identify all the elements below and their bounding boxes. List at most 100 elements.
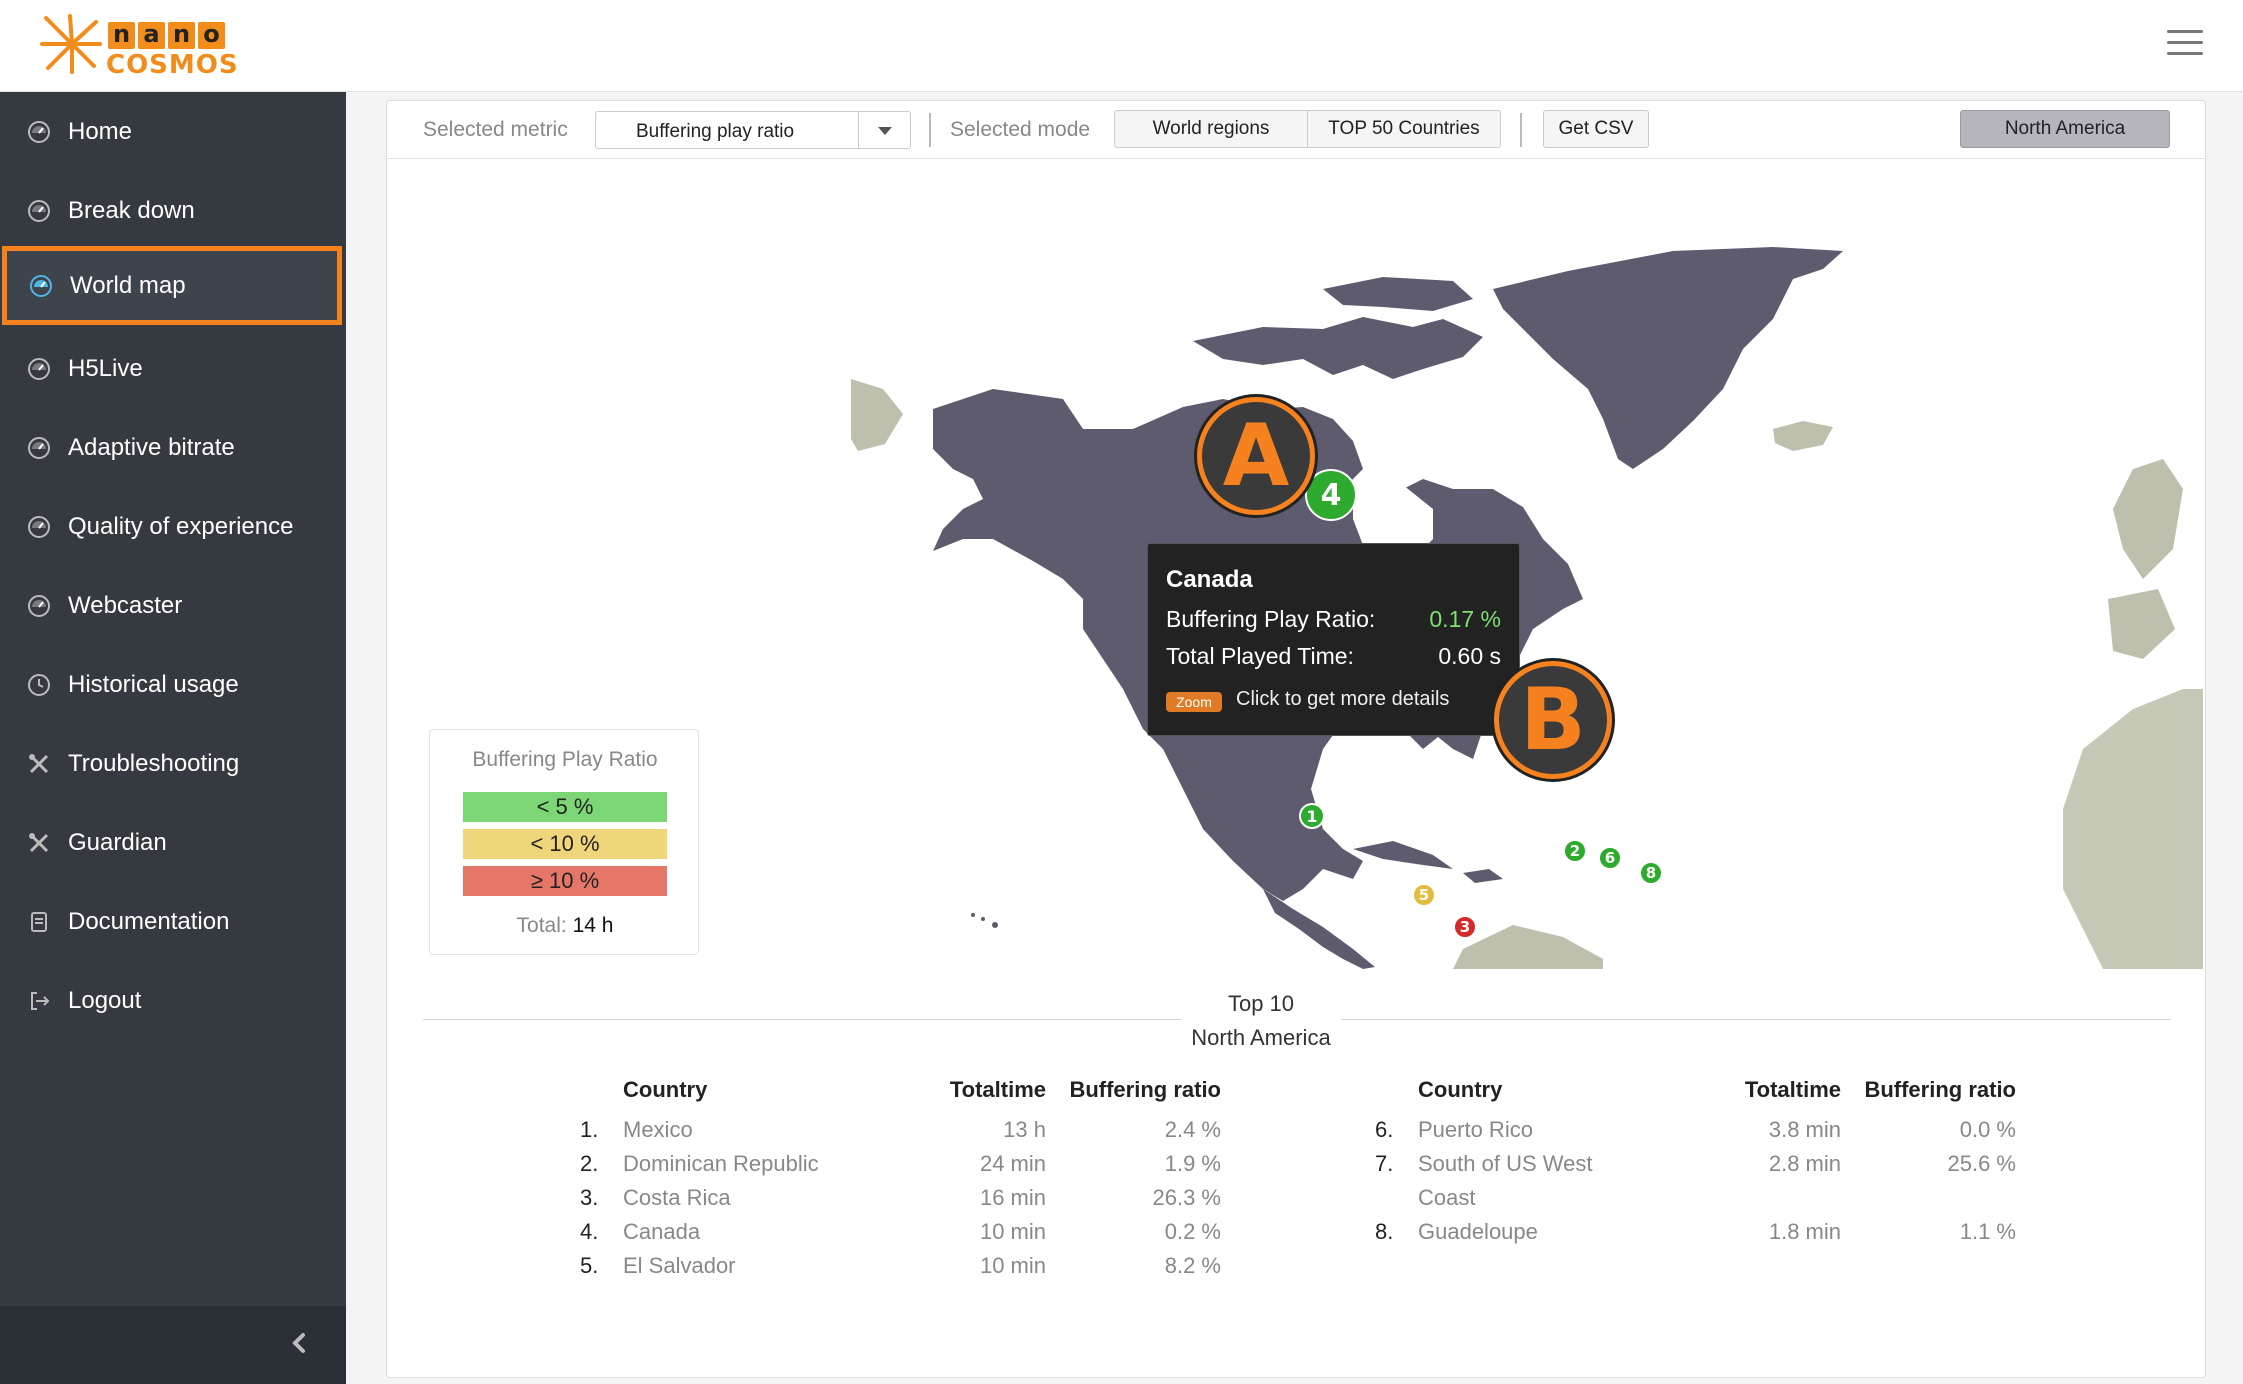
top-header: n a n o COSMOS xyxy=(0,0,2243,92)
th-country: Country xyxy=(1418,1077,1503,1102)
logo-cosmos-text: COSMOS xyxy=(106,50,239,80)
totaltime: 2.8 min xyxy=(1768,1151,1841,1176)
totaltime: 3.8 min xyxy=(1768,1117,1841,1142)
logout-icon xyxy=(26,988,52,1014)
annotation-marker-b: B xyxy=(1494,661,1612,779)
country-name: Mexico xyxy=(623,1117,693,1142)
sidebar-item-documentation[interactable]: Documentation xyxy=(0,882,346,961)
buffering-ratio: 1.9 % xyxy=(1164,1151,1221,1176)
th-totaltime: Totaltime xyxy=(1744,1077,1841,1102)
legend-row-green: < 5 % xyxy=(463,792,667,822)
sidebar-item-historical-usage[interactable]: Historical usage xyxy=(0,645,346,724)
map-toolbar: Selected metric Buffering play ratio Sel… xyxy=(387,101,2205,159)
buffering-ratio: 26.3 % xyxy=(1152,1185,1222,1210)
map-cuba xyxy=(1353,841,1453,869)
map-russia-east xyxy=(851,379,903,451)
selected-mode-label: Selected mode xyxy=(950,118,1091,141)
sidebar-item-label: Documentation xyxy=(68,907,230,935)
sidebar-item-label: Home xyxy=(68,117,133,145)
legend-row-red: ≥ 10 % xyxy=(463,866,667,896)
totaltime: 10 min xyxy=(979,1253,1046,1278)
chevron-left-icon[interactable] xyxy=(284,1328,314,1358)
logo-star-icon xyxy=(40,14,102,74)
sidebar-item-label: Webcaster xyxy=(68,591,183,619)
map-africa xyxy=(2063,689,2203,969)
tools-icon xyxy=(26,830,52,856)
map-iceland xyxy=(1773,421,1833,451)
map-arctic-islands-2 xyxy=(1323,277,1473,311)
map-marker-el-salvador[interactable]: 5 xyxy=(1412,883,1436,907)
logo-letters: n a n o xyxy=(108,22,225,49)
map-marker-guadeloupe[interactable]: 8 xyxy=(1639,861,1663,885)
dashboard-icon xyxy=(26,435,52,461)
sidebar-item-quality-of-experience[interactable]: Quality of experience xyxy=(0,487,346,566)
th-totaltime: Totaltime xyxy=(949,1077,1046,1102)
sidebar-item-home[interactable]: Home xyxy=(0,92,346,171)
logo-letter: a xyxy=(138,22,165,49)
logo-letter: n xyxy=(168,22,195,49)
rank: 5. xyxy=(580,1253,599,1278)
map-marker-canada[interactable]: 4 xyxy=(1305,469,1357,521)
map-marker-puerto-rico[interactable]: 6 xyxy=(1598,846,1622,870)
logo-letter: o xyxy=(198,22,225,49)
country-name: El Salvador xyxy=(623,1253,736,1278)
legend-title: Buffering Play Ratio xyxy=(472,748,658,771)
map-hispaniola xyxy=(1463,869,1503,883)
map-marker-dominican-republic[interactable]: 2 xyxy=(1563,839,1587,863)
tools-icon xyxy=(26,751,52,777)
world-regions-button[interactable]: World regions xyxy=(1114,110,1308,148)
dashboard-icon xyxy=(26,119,52,145)
sidebar-item-webcaster[interactable]: Webcaster xyxy=(0,566,346,645)
sidebar-item-break-down[interactable]: Break down xyxy=(0,171,346,250)
rank: 3. xyxy=(580,1185,599,1210)
map-legend: Buffering Play Ratio < 5 % < 10 % ≥ 10 %… xyxy=(429,729,699,955)
sidebar-item-label: World map xyxy=(70,271,186,299)
annotation-marker-a: A xyxy=(1197,397,1315,515)
top10-title-line2: North America xyxy=(1191,1025,1331,1050)
sidebar-item-label: Logout xyxy=(68,986,142,1014)
sidebar-item-h5live[interactable]: H5Live xyxy=(0,329,346,408)
hamburger-icon[interactable] xyxy=(2167,30,2203,58)
th-buffering-ratio: Buffering ratio xyxy=(1864,1077,2016,1102)
map-marker-costa-rica[interactable]: 3 xyxy=(1453,915,1477,939)
divider xyxy=(1520,113,1522,147)
chevron-down-icon[interactable] xyxy=(858,112,910,148)
sidebar-item-world-map[interactable]: World map xyxy=(2,246,342,325)
rank: 7. xyxy=(1375,1151,1394,1176)
totaltime: 16 min xyxy=(979,1185,1046,1210)
nanocosmos-logo[interactable]: n a n o COSMOS xyxy=(40,14,240,80)
country-name: South of US West xyxy=(1418,1151,1593,1176)
sidebar-item-guardian[interactable]: Guardian xyxy=(0,803,346,882)
map-marker-mexico[interactable]: 1 xyxy=(1299,803,1325,829)
tooltip-hint: Click to get more details xyxy=(1236,688,1450,710)
totaltime: 13 h xyxy=(1003,1117,1046,1142)
dashboard-icon xyxy=(26,198,52,224)
sidebar-item-troubleshooting[interactable]: Troubleshooting xyxy=(0,724,346,803)
get-csv-button[interactable]: Get CSV xyxy=(1543,110,1649,148)
rank: 1. xyxy=(580,1117,599,1142)
dashboard-icon xyxy=(28,273,54,299)
sidebar-item-adaptive-bitrate[interactable]: Adaptive bitrate xyxy=(0,408,346,487)
sidebar-item-label: Adaptive bitrate xyxy=(68,433,235,461)
th-buffering-ratio: Buffering ratio xyxy=(1069,1077,1221,1102)
legend-total-value: 14 h xyxy=(572,914,614,937)
clock-icon xyxy=(26,672,52,698)
sidebar-item-label: Historical usage xyxy=(68,670,239,698)
country-name: Costa Rica xyxy=(623,1185,731,1210)
buffering-ratio: 25.6 % xyxy=(1947,1151,2017,1176)
zoom-badge[interactable]: Zoom xyxy=(1166,692,1222,712)
th-country: Country xyxy=(623,1077,708,1102)
region-north-america-button[interactable]: North America xyxy=(1960,110,2170,148)
top50-countries-button[interactable]: TOP 50 Countries xyxy=(1307,110,1501,148)
legend-total: Total: 14 h xyxy=(430,914,700,938)
sidebar-item-logout[interactable]: Logout xyxy=(0,961,346,1040)
metric-select[interactable]: Buffering play ratio xyxy=(595,111,911,149)
totaltime: 10 min xyxy=(979,1219,1046,1244)
country-tooltip[interactable]: Canada Buffering Play Ratio: 0.17 % Tota… xyxy=(1147,543,1520,736)
divider xyxy=(929,113,931,147)
logo-letter: n xyxy=(108,22,135,49)
map-hawaii xyxy=(971,913,998,928)
tooltip-time-value: 0.60 s xyxy=(1438,643,1501,669)
map-europe xyxy=(2113,459,2183,579)
dashboard-icon xyxy=(26,356,52,382)
